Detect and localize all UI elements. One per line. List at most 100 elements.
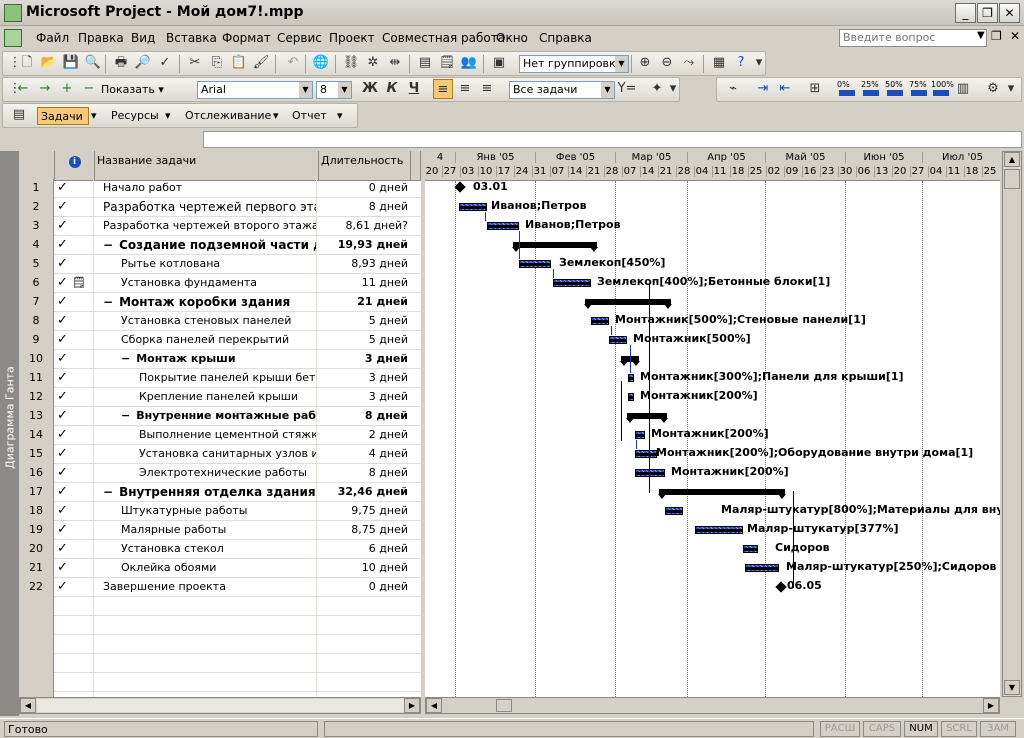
task-duration-cell[interactable]: 0 дней bbox=[319, 179, 411, 198]
timescale-day[interactable]: 04 bbox=[694, 166, 709, 177]
pct-75-button[interactable]: 75% bbox=[909, 80, 927, 89]
row-number[interactable]: 15 bbox=[19, 445, 54, 464]
timescale-day[interactable]: 28 bbox=[604, 166, 619, 177]
table-row[interactable]: 9 ✓ Сборка панелей перекрытий 5 дней bbox=[19, 331, 421, 350]
task-name-cell[interactable]: Разработка чертежей второго этажа с к bbox=[95, 217, 317, 236]
help-icon[interactable]: ? bbox=[731, 53, 751, 73]
underline-button[interactable]: Ч bbox=[404, 79, 424, 99]
task-duration-cell[interactable]: 5 дней bbox=[319, 312, 411, 331]
task-name-cell[interactable]: Установка стеновых панелей bbox=[95, 312, 317, 331]
row-number[interactable] bbox=[19, 654, 54, 673]
row-number[interactable]: 2 bbox=[19, 198, 54, 217]
timescale-day[interactable]: 04 bbox=[928, 166, 943, 177]
table-row[interactable]: 16 ✓ Электротехнические работы 8 дней bbox=[19, 464, 421, 483]
row-number[interactable] bbox=[19, 635, 54, 654]
table-row[interactable]: 6 ✓ 🗒 Установка фундамента 11 дней bbox=[19, 274, 421, 293]
table-row[interactable]: 2 ✓ Разработка чертежей первого этажа 8 дне… bbox=[19, 198, 421, 217]
timescale-month[interactable]: Июн '05 bbox=[845, 152, 922, 163]
close-button[interactable]: ✕ bbox=[999, 3, 1020, 23]
task-name-cell[interactable]: Электротехнические работы bbox=[95, 464, 317, 483]
row-number[interactable]: 5 bbox=[19, 255, 54, 274]
task-duration-cell[interactable]: 0 дней bbox=[319, 578, 411, 597]
gantt-hscrollbar[interactable]: ◀ ▶ bbox=[425, 697, 1000, 714]
table-row[interactable]: 17 ✓ − Внутренняя отделка здания 32,46 дней bbox=[19, 483, 421, 502]
table-row[interactable] bbox=[19, 597, 421, 616]
gantt-wizard-icon[interactable]: ✦ bbox=[647, 79, 667, 99]
plus-icon[interactable]: + bbox=[57, 79, 77, 99]
toolbar-options-icon[interactable]: ▾ bbox=[667, 79, 679, 99]
show-button[interactable]: Показать ▾ bbox=[101, 83, 164, 96]
task-name-cell[interactable]: Начало работ bbox=[95, 179, 317, 198]
table-row[interactable]: 13✓ −Внутренние монтажные работы8 дней bbox=[19, 407, 421, 426]
tracking-button[interactable]: Отслеживание bbox=[185, 109, 271, 122]
guide-toggle-icon[interactable]: ▤ bbox=[9, 105, 29, 125]
task-name-cell[interactable]: − Монтаж коробки здания bbox=[95, 293, 317, 312]
row-number[interactable] bbox=[19, 597, 54, 616]
menu-edit[interactable]: Правка bbox=[78, 31, 124, 45]
task-name-cell[interactable]: Установка санитарных узлов и т bbox=[95, 445, 317, 464]
timescale-day[interactable]: 20 bbox=[892, 166, 907, 177]
task-duration-cell[interactable]: 19,93 дней bbox=[319, 236, 411, 255]
undo-icon[interactable]: ↶ bbox=[283, 53, 303, 73]
goto-task-icon[interactable]: ⤳ bbox=[679, 53, 699, 73]
row-number[interactable]: 22 bbox=[19, 578, 54, 597]
task-info-icon[interactable]: ▤ bbox=[415, 53, 435, 73]
link-tasks-icon[interactable]: ⛓ bbox=[341, 53, 361, 73]
task-name-cell[interactable]: Завершение проекта bbox=[95, 578, 317, 597]
hyperlink-globe-icon[interactable]: 🌐 bbox=[311, 53, 331, 73]
timescale-month[interactable]: Июл '05 bbox=[922, 152, 1000, 163]
collapse-icon[interactable]: − bbox=[121, 352, 130, 365]
reschedule-work-icon[interactable]: ⇤ bbox=[775, 79, 795, 99]
scroll-down-icon[interactable]: ▼ bbox=[1004, 680, 1020, 695]
timescale-day[interactable]: 13 bbox=[874, 166, 889, 177]
menu-file[interactable]: Файл bbox=[36, 31, 69, 45]
summary-bar[interactable] bbox=[584, 299, 672, 309]
row-number[interactable]: 16 bbox=[19, 464, 54, 483]
project-app-icon[interactable] bbox=[4, 4, 22, 22]
toolbar-options-icon[interactable]: ▾ bbox=[753, 53, 765, 73]
tasks-button[interactable]: Задачи bbox=[37, 107, 89, 125]
summary-bar[interactable] bbox=[626, 413, 668, 423]
task-duration-cell[interactable]: 3 дней bbox=[319, 350, 411, 369]
task-duration-cell[interactable]: 3 дней bbox=[319, 388, 411, 407]
timescale-day[interactable]: 27 bbox=[442, 166, 457, 177]
collapse-icon[interactable]: − bbox=[103, 295, 113, 309]
pct-50-button[interactable]: 50% bbox=[885, 80, 903, 89]
copy-picture-icon[interactable]: ▣ bbox=[489, 53, 509, 73]
timescale-day[interactable]: 23 bbox=[820, 166, 835, 177]
task-name-cell[interactable]: Разработка чертежей первого этажа bbox=[95, 198, 317, 217]
timescale-day[interactable]: 20 bbox=[425, 166, 439, 177]
task-name-cell[interactable]: Покрытие панелей крыши бетонн bbox=[95, 369, 317, 388]
resources-dropdown-icon[interactable]: ▾ bbox=[165, 109, 171, 122]
row-number[interactable]: 13 bbox=[19, 407, 54, 426]
doc-close-button[interactable]: ✕ bbox=[1010, 29, 1020, 43]
timescale-day[interactable]: 21 bbox=[658, 166, 673, 177]
timescale-day[interactable]: 07 bbox=[550, 166, 565, 177]
task-duration-cell[interactable]: 8,61 дней? bbox=[319, 217, 411, 236]
table-row[interactable]: 15 ✓ Установка санитарных узлов и т4 дней bbox=[19, 445, 421, 464]
table-row[interactable] bbox=[19, 635, 421, 654]
table-row[interactable] bbox=[19, 673, 421, 692]
arrow-right-icon[interactable]: → bbox=[35, 79, 55, 99]
row-number[interactable]: 14 bbox=[19, 426, 54, 445]
row-number[interactable]: 17 bbox=[19, 483, 54, 502]
pct-0-button[interactable]: 0% bbox=[837, 80, 850, 89]
row-number[interactable]: 8 bbox=[19, 312, 54, 331]
timescale-month[interactable]: Мар '05 bbox=[615, 152, 687, 163]
paste-icon[interactable]: 📋 bbox=[229, 53, 249, 73]
timescale-month[interactable]: Янв '05 bbox=[455, 152, 535, 163]
resources-button[interactable]: Ресурсы bbox=[111, 109, 159, 122]
table-row[interactable] bbox=[19, 654, 421, 673]
new-icon[interactable]: 🗋 bbox=[17, 53, 37, 73]
report-dropdown-icon[interactable]: ▾ bbox=[337, 109, 343, 122]
timescale-day[interactable]: 06 bbox=[856, 166, 871, 177]
row-number[interactable]: 9 bbox=[19, 331, 54, 350]
doc-restore-button[interactable]: ❐ bbox=[991, 29, 1002, 43]
row-number[interactable]: 3 bbox=[19, 217, 54, 236]
update-as-scheduled-icon[interactable]: ⇥ bbox=[753, 79, 773, 99]
update-tasks-icon[interactable]: ▥ bbox=[953, 79, 973, 99]
tasks-dropdown-icon[interactable]: ▾ bbox=[91, 109, 97, 122]
row-number[interactable]: 10 bbox=[19, 350, 54, 369]
gantt-chart[interactable]: 4 Янв '05 Фев '05 Мар '05 Апр '05 Май '05 Июн … bbox=[425, 151, 1000, 697]
task-duration-cell[interactable]: 10 дней bbox=[319, 559, 411, 578]
